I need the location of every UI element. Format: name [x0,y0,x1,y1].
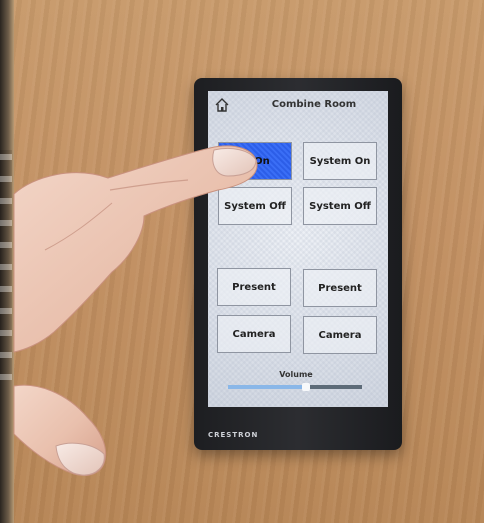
button-label: Present [232,281,276,293]
present-button-right[interactable]: Present [303,269,377,307]
volume-slider-handle[interactable] [301,383,310,391]
button-label: System Off [309,200,371,212]
volume-label: Volume [279,370,313,379]
crestron-touch-panel: Combine Room m On System On System Off S… [194,78,402,450]
volume-fill [228,385,306,389]
system-off-button-left[interactable]: System Off [218,187,292,225]
brand-logo: CRESTRON [208,431,259,439]
button-label: Present [318,282,362,294]
home-icon[interactable] [214,97,230,113]
room-title: Combine Room [271,99,357,110]
system-on-button-right[interactable]: System On [303,142,377,180]
button-label: Camera [318,329,362,341]
system-off-button-right[interactable]: System Off [303,187,377,225]
background-object-edge [0,0,14,523]
camera-button-right[interactable]: Camera [303,316,377,354]
present-button-left[interactable]: Present [217,268,291,306]
button-label: Camera [232,328,276,340]
button-label: System Off [224,200,286,212]
volume-slider[interactable] [228,383,362,391]
touch-screen: Combine Room m On System On System Off S… [208,91,388,407]
button-label: m On [240,155,270,167]
camera-button-left[interactable]: Camera [217,315,291,353]
system-on-button-left[interactable]: m On [218,142,292,180]
button-label: System On [309,155,371,167]
